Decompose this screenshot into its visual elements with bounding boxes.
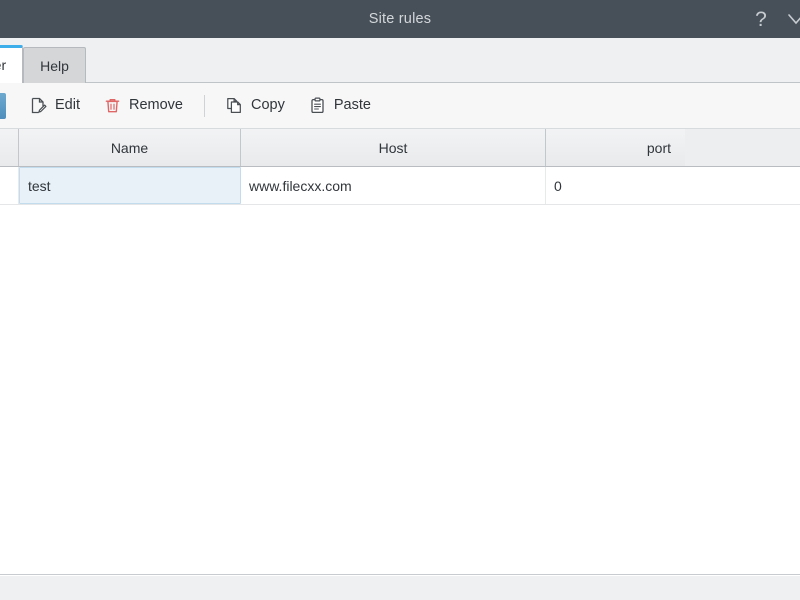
tab-strip: nsfer Help bbox=[0, 38, 800, 83]
column-header-host[interactable]: Host bbox=[241, 129, 546, 166]
paste-button[interactable]: Paste bbox=[297, 89, 383, 123]
cell-name-value: test bbox=[28, 178, 51, 194]
chevron-down-icon[interactable] bbox=[778, 0, 800, 38]
help-icon[interactable]: ? bbox=[744, 0, 778, 38]
tab-help[interactable]: Help bbox=[23, 47, 86, 83]
cell-protocol[interactable]: p bbox=[0, 167, 19, 204]
table-header-row: Protocol Name Host port bbox=[0, 129, 800, 167]
toolbar-clipped-button[interactable] bbox=[0, 93, 6, 119]
copy-button-label: Copy bbox=[251, 98, 285, 113]
table-body: p test www.filecxx.com 0 bbox=[0, 167, 800, 574]
trash-icon bbox=[104, 97, 121, 114]
paste-button-label: Paste bbox=[334, 98, 371, 113]
remove-button-label: Remove bbox=[129, 98, 183, 113]
copy-button[interactable]: Copy bbox=[214, 89, 297, 123]
column-header-port-label: port bbox=[647, 140, 671, 156]
tab-transfer-label: nsfer bbox=[0, 57, 6, 73]
edit-button-label: Edit bbox=[55, 98, 80, 113]
toolbar-separator bbox=[204, 95, 205, 117]
copy-icon bbox=[226, 97, 243, 114]
edit-icon bbox=[30, 97, 47, 114]
column-header-host-label: Host bbox=[379, 140, 408, 156]
tab-help-label: Help bbox=[40, 58, 69, 74]
column-header-name-label: Name bbox=[111, 140, 148, 156]
cell-host-value: www.filecxx.com bbox=[249, 178, 352, 194]
cell-host[interactable]: www.filecxx.com bbox=[241, 167, 546, 204]
column-header-port[interactable]: port bbox=[546, 129, 685, 166]
edit-button[interactable]: Edit bbox=[18, 89, 92, 123]
table-row[interactable]: p test www.filecxx.com 0 bbox=[0, 167, 800, 205]
status-bar bbox=[0, 574, 800, 600]
clipboard-icon bbox=[309, 97, 326, 114]
column-header-name[interactable]: Name bbox=[19, 129, 241, 166]
cell-port-value: 0 bbox=[554, 178, 562, 194]
column-header-protocol[interactable]: Protocol bbox=[0, 129, 19, 166]
rules-table: Protocol Name Host port p test www bbox=[0, 129, 800, 574]
remove-button[interactable]: Remove bbox=[92, 89, 195, 123]
help-icon-glyph: ? bbox=[755, 9, 767, 30]
cell-port[interactable]: 0 bbox=[546, 167, 685, 204]
window-title: Site rules bbox=[369, 12, 431, 27]
tab-transfer[interactable]: nsfer bbox=[0, 45, 23, 83]
titlebar: Site rules ? bbox=[0, 0, 800, 38]
site-rules-window: Site rules ? nsfer Help bbox=[0, 0, 800, 600]
toolbar: Edit Remove bbox=[0, 83, 800, 129]
titlebar-controls: ? bbox=[744, 0, 800, 38]
cell-name[interactable]: test bbox=[19, 167, 241, 204]
